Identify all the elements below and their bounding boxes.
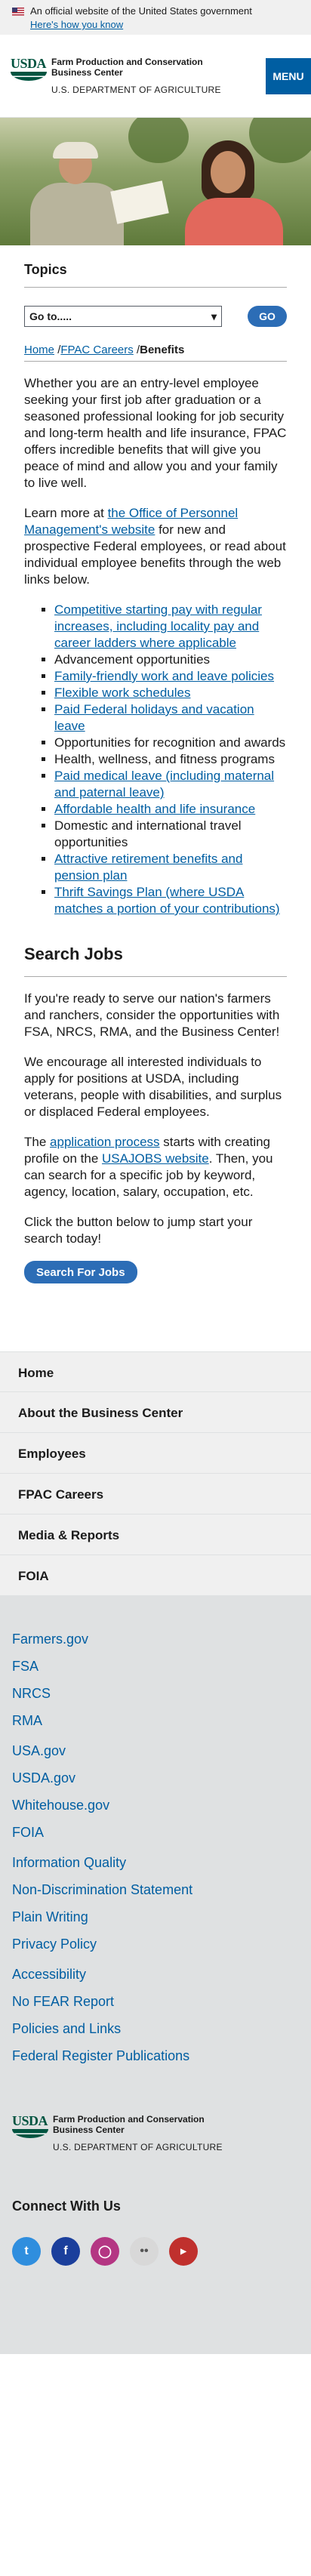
benefit-link[interactable]: Family-friendly work and leave policies — [54, 669, 274, 683]
search-jobs-paragraph-2: We encourage all interested individuals … — [24, 1055, 282, 1119]
facebook-icon[interactable]: f — [51, 2237, 80, 2266]
footer-link-group-government: USA.gov USDA.gov Whitehouse.gov FOIA — [12, 1744, 299, 1839]
footer-link[interactable]: NRCS — [12, 1687, 299, 1700]
search-jobs-paragraph-4: Click the button below to jump start you… — [24, 1215, 253, 1246]
agency-name: Farm Production and Conservation Busines… — [51, 56, 203, 78]
benefit-item[interactable]: Family-friendly work and leave policies — [54, 668, 287, 685]
benefit-item[interactable]: Flexible work schedules — [54, 685, 287, 701]
benefit-item[interactable]: Affordable health and life insurance — [54, 801, 287, 818]
footer-nav-item[interactable]: About the Business Center — [0, 1392, 311, 1433]
footer-link[interactable]: Non-Discrimination Statement — [12, 1883, 299, 1897]
footer-link[interactable]: Plain Writing — [12, 1910, 299, 1924]
hero-image — [0, 118, 311, 245]
go-button[interactable]: GO — [248, 306, 287, 327]
benefit-link[interactable]: Affordable health and life insurance — [54, 802, 255, 816]
usajobs-link[interactable]: USAJOBS website — [102, 1151, 209, 1166]
footer-link-group-policies: Information Quality Non-Discrimination St… — [12, 1856, 299, 1951]
footer-link[interactable]: Farmers.gov — [12, 1632, 299, 1646]
site-header: USDA Farm Production and Conservation Bu… — [0, 35, 311, 118]
footer-nav-item[interactable]: FPAC Careers — [0, 1474, 311, 1514]
search-jobs-heading: Search Jobs — [24, 944, 287, 977]
opm-paragraph: Learn more at the Office of Personnel Ma… — [24, 506, 286, 587]
gov-banner: An official website of the United States… — [0, 0, 311, 35]
gov-banner-text: An official website of the United States… — [30, 5, 252, 17]
social-links: t f ◯ •• ▶ — [12, 2237, 299, 2266]
chevron-down-icon: ▾ — [211, 310, 217, 322]
footer-agency-name: Farm Production and Conservation Busines… — [53, 2114, 205, 2135]
search-for-jobs-button[interactable]: Search For Jobs — [24, 1261, 137, 1283]
benefit-link[interactable]: Paid medical leave (including maternal a… — [54, 769, 274, 800]
topics-heading: Topics — [24, 262, 287, 288]
benefits-list: Competitive starting pay with regular in… — [24, 602, 287, 917]
footer-nav-item[interactable]: FOIA — [0, 1555, 311, 1596]
benefit-item[interactable]: Thrift Savings Plan (where USDA matches … — [54, 884, 287, 917]
benefit-item[interactable]: Attractive retirement benefits and pensi… — [54, 851, 287, 884]
connect-heading: Connect With Us — [12, 2199, 121, 2214]
benefit-item: Health, wellness, and fitness programs — [54, 751, 287, 768]
footer-link[interactable]: FSA — [12, 1659, 299, 1673]
us-flag-icon — [12, 7, 24, 16]
footer-department-name: U.S. DEPARTMENT OF AGRICULTURE — [53, 2142, 223, 2152]
footer-agency-identity[interactable]: USDA Farm Production and Conservation Bu… — [12, 2114, 299, 2153]
breadcrumb-current: Benefits — [140, 344, 185, 356]
goto-select[interactable]: Go to..... ▾ — [24, 306, 222, 327]
footer-links: Farmers.gov FSA NRCS RMA USA.gov USDA.gov Whi… — [0, 1596, 311, 2354]
benefit-link[interactable]: Flexible work schedules — [54, 686, 190, 700]
benefit-item[interactable]: Competitive starting pay with regular in… — [54, 602, 287, 652]
benefit-link[interactable]: Competitive starting pay with regular in… — [54, 602, 262, 650]
footer-link[interactable]: Information Quality — [12, 1856, 299, 1869]
footer-link[interactable]: Accessibility — [12, 1967, 299, 1981]
footer-link[interactable]: Privacy Policy — [12, 1937, 299, 1951]
menu-button[interactable]: MENU — [266, 57, 311, 94]
benefit-link[interactable]: Paid Federal holidays and vacation leave — [54, 702, 254, 733]
flickr-icon[interactable]: •• — [130, 2237, 159, 2266]
benefit-link[interactable]: Thrift Savings Plan (where USDA matches … — [54, 885, 280, 916]
instagram-icon[interactable]: ◯ — [91, 2237, 119, 2266]
benefit-link[interactable]: Attractive retirement benefits and pensi… — [54, 852, 242, 883]
footer-link[interactable]: USA.gov — [12, 1744, 299, 1758]
twitter-icon[interactable]: t — [12, 2237, 41, 2266]
benefit-item: Opportunities for recognition and awards — [54, 735, 287, 751]
heres-how-you-know-link[interactable]: Here's how you know — [30, 19, 123, 30]
benefit-item[interactable]: Paid medical leave (including maternal a… — [54, 768, 287, 801]
footer-nav-item[interactable]: Media & Reports — [0, 1514, 311, 1555]
benefit-item: Advancement opportunities — [54, 652, 287, 668]
benefit-item: Domestic and international travel opport… — [54, 818, 287, 851]
department-name: U.S. DEPARTMENT OF AGRICULTURE — [51, 84, 221, 95]
footer-link[interactable]: Whitehouse.gov — [12, 1798, 299, 1812]
youtube-icon[interactable]: ▶ — [169, 2237, 198, 2266]
footer-link[interactable]: FOIA — [12, 1826, 299, 1839]
agency-identity[interactable]: USDA Farm Production and Conservation Bu… — [11, 57, 237, 96]
breadcrumb: Home /FPAC Careers /Benefits — [24, 344, 185, 356]
intro-paragraph: Whether you are an entry-level employee … — [24, 376, 287, 490]
main-content: Topics Go to..... ▾ GO Home /FPAC Career… — [0, 262, 311, 1283]
footer-link[interactable]: USDA.gov — [12, 1771, 299, 1785]
footer-link[interactable]: Policies and Links — [12, 2022, 299, 2035]
footer-link[interactable]: No FEAR Report — [12, 1995, 299, 2008]
footer-nav-item[interactable]: Employees — [0, 1433, 311, 1474]
footer-link-group-agencies: Farmers.gov FSA NRCS RMA — [12, 1632, 299, 1727]
topics-navigation: Go to..... ▾ GO — [24, 306, 287, 327]
benefit-item[interactable]: Paid Federal holidays and vacation leave — [54, 701, 287, 735]
breadcrumb-home[interactable]: Home — [24, 344, 54, 356]
footer-nav: Home About the Business Center Employees FP… — [0, 1351, 311, 1596]
search-jobs-paragraph-3: The application process starts with crea… — [24, 1135, 273, 1199]
footer-link-group-compliance: Accessibility No FEAR Report Policies and … — [12, 1967, 299, 2063]
usda-logo: USDA — [11, 57, 47, 82]
footer-link[interactable]: RMA — [12, 1714, 299, 1727]
footer-nav-item[interactable]: Home — [0, 1351, 311, 1392]
search-jobs-paragraph-1: If you're ready to serve our nation's fa… — [24, 991, 280, 1039]
footer-usda-logo: USDA — [12, 2114, 48, 2140]
application-process-link[interactable]: application process — [50, 1135, 160, 1149]
breadcrumb-fpac-careers[interactable]: FPAC Careers — [60, 344, 133, 356]
footer-link[interactable]: Federal Register Publications — [12, 2049, 299, 2063]
